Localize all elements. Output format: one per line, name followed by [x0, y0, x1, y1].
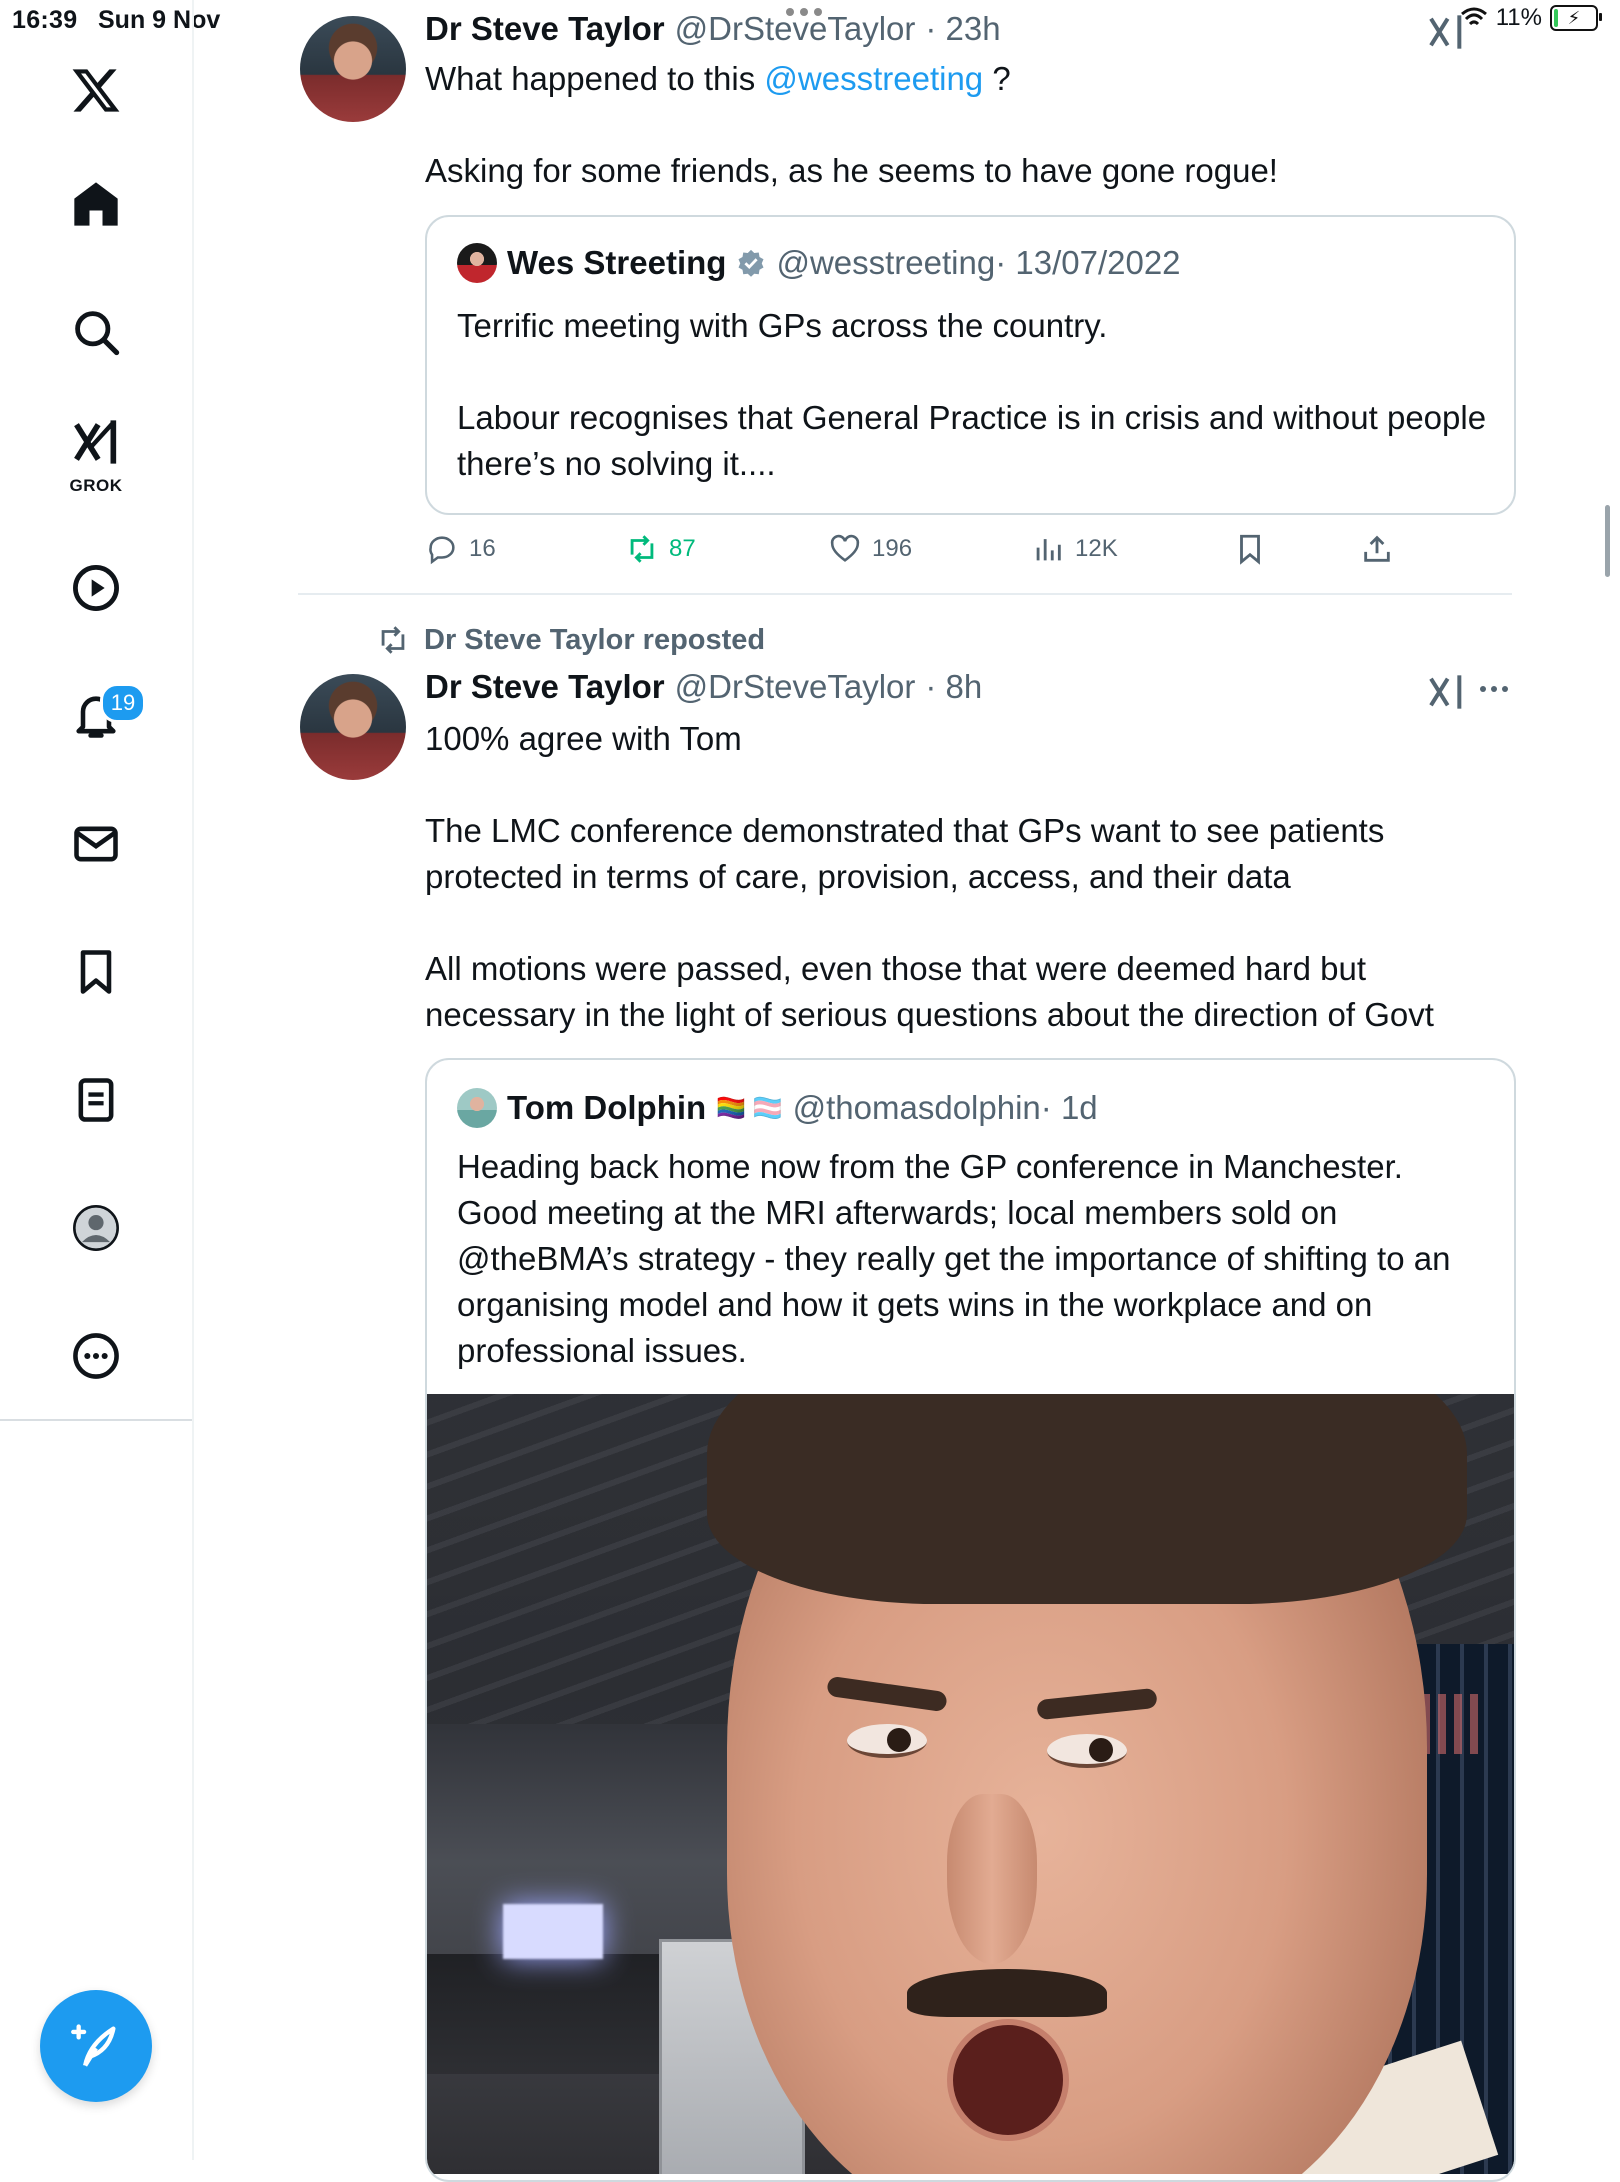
tweet-actions: 16 87 196 12K [425, 532, 1405, 572]
tweet-text-line: Asking for some friends, as he seems to … [425, 152, 1278, 189]
photo-screen [503, 1904, 603, 1959]
photo-eye [1047, 1734, 1127, 1768]
photo-pupil [1089, 1738, 1113, 1762]
quoted-tweet[interactable]: Tom Dolphin 🏳️‍🌈 🏳️‍⚧️ @thomasdolphin · … [425, 1058, 1516, 2182]
photo-hair [707, 1394, 1467, 1604]
quote-author-name: Tom Dolphin [507, 1089, 707, 1126]
compose-icon [71, 2024, 116, 2067]
author-handle[interactable]: @DrSteveTaylor [675, 668, 916, 706]
profile-avatar-icon[interactable] [56, 1188, 136, 1268]
photo-nose [947, 1794, 1037, 1964]
views-chart-icon [1036, 539, 1061, 561]
photo-pupil [887, 1728, 911, 1752]
heart-icon [830, 534, 860, 562]
share-icon [1364, 535, 1390, 562]
compose-button[interactable] [40, 1990, 152, 2102]
more-options-icon[interactable] [56, 1316, 136, 1396]
home-icon[interactable] [56, 164, 136, 244]
reply-count: 16 [469, 535, 496, 562]
quoted-tweet[interactable]: Wes Streeting @wesstreeting · 13/07/2022… [425, 215, 1516, 515]
quote-avatar [457, 243, 497, 283]
bookmark-button[interactable] [1233, 532, 1267, 566]
tweet-text-part: What happened to this [425, 60, 765, 97]
sidebar: GROK 19 [0, 0, 194, 2160]
views-count: 12K [1075, 535, 1118, 562]
photo-mustache [907, 1969, 1107, 2017]
battery-icon: ⚡ [1550, 5, 1602, 31]
tweet-text: 100% agree with Tom The LMC conference d… [425, 720, 1434, 1033]
repost-indicator: Dr Steve Taylor reposted [376, 623, 765, 657]
repost-label[interactable]: Dr Steve Taylor reposted [424, 624, 765, 657]
messages-mail-icon[interactable] [56, 804, 136, 884]
tweet-header: Dr Steve Taylor @DrSteveTaylor · 23h [425, 10, 1001, 48]
quote-time: · 13/07/2022 [995, 244, 1181, 281]
grok-explain-icon[interactable] [1426, 12, 1466, 52]
tweet-time[interactable]: · 23h [925, 10, 1000, 48]
notifications-badge: 19 [100, 683, 146, 723]
sidebar-divider [0, 1419, 192, 1421]
scrollbar[interactable] [1605, 505, 1610, 577]
share-button[interactable] [1360, 532, 1394, 566]
quote-author-handle: @thomasdolphin [792, 1089, 1041, 1126]
tweet-divider [298, 593, 1512, 595]
reply-icon [429, 536, 455, 565]
video-play-icon[interactable] [56, 548, 136, 628]
quote-time: · 1d [1040, 1089, 1098, 1126]
views-button[interactable]: 12K [1031, 532, 1118, 566]
bookmark-icon [1240, 534, 1260, 565]
lists-icon[interactable] [56, 1060, 136, 1140]
avatar[interactable] [300, 16, 406, 122]
repost-icon [630, 535, 654, 563]
author-name[interactable]: Dr Steve Taylor [425, 668, 665, 706]
quote-text: Terrific meeting with GPs across the cou… [457, 307, 1487, 482]
mention-link[interactable]: @wesstreeting [764, 60, 983, 97]
status-indicators: 11% ⚡ [1460, 4, 1602, 32]
quote-avatar [457, 1088, 497, 1128]
photo-mouth [947, 2019, 1069, 2141]
x-logo-icon[interactable] [56, 50, 136, 130]
reply-button[interactable]: 16 [425, 532, 496, 566]
quote-header: Tom Dolphin 🏳️‍🌈 🏳️‍⚧️ @thomasdolphin · … [457, 1088, 1098, 1128]
avatar[interactable] [300, 674, 406, 780]
battery-percent: 11% [1495, 4, 1542, 31]
tweet-time[interactable]: · 8h [925, 668, 982, 706]
search-icon[interactable] [56, 292, 136, 372]
more-options-icon[interactable] [1480, 686, 1508, 692]
tweet-text-part: ? [983, 60, 1011, 97]
author-name[interactable]: Dr Steve Taylor [425, 10, 665, 48]
like-count: 196 [872, 535, 913, 562]
repost-button[interactable]: 87 [625, 532, 696, 566]
quote-media-image[interactable] [427, 1394, 1514, 2174]
quote-author-handle: @wesstreeting [776, 244, 996, 281]
tweet-text: What happened to this @wesstreeting ? [425, 56, 1505, 102]
quote-author-name: Wes Streeting [507, 244, 727, 281]
repost-count: 87 [669, 535, 696, 562]
repost-icon [381, 626, 405, 654]
like-button[interactable]: 196 [828, 532, 912, 566]
quote-text: Heading back home now from the GP confer… [457, 1148, 1451, 1369]
quote-author-flags: 🏳️‍🌈 🏳️‍⚧️ [716, 1094, 783, 1122]
grok-icon[interactable] [56, 410, 136, 474]
bookmark-icon[interactable] [56, 932, 136, 1012]
photo-crowd [427, 1954, 667, 2074]
author-handle[interactable]: @DrSteveTaylor [675, 10, 916, 48]
grok-label: GROK [69, 476, 123, 495]
verified-badge-icon [738, 249, 764, 277]
tweet-header: Dr Steve Taylor @DrSteveTaylor · 8h [425, 668, 982, 706]
grok-explain-icon[interactable] [1426, 672, 1466, 712]
quote-header: Wes Streeting @wesstreeting · 13/07/2022 [457, 243, 1181, 283]
